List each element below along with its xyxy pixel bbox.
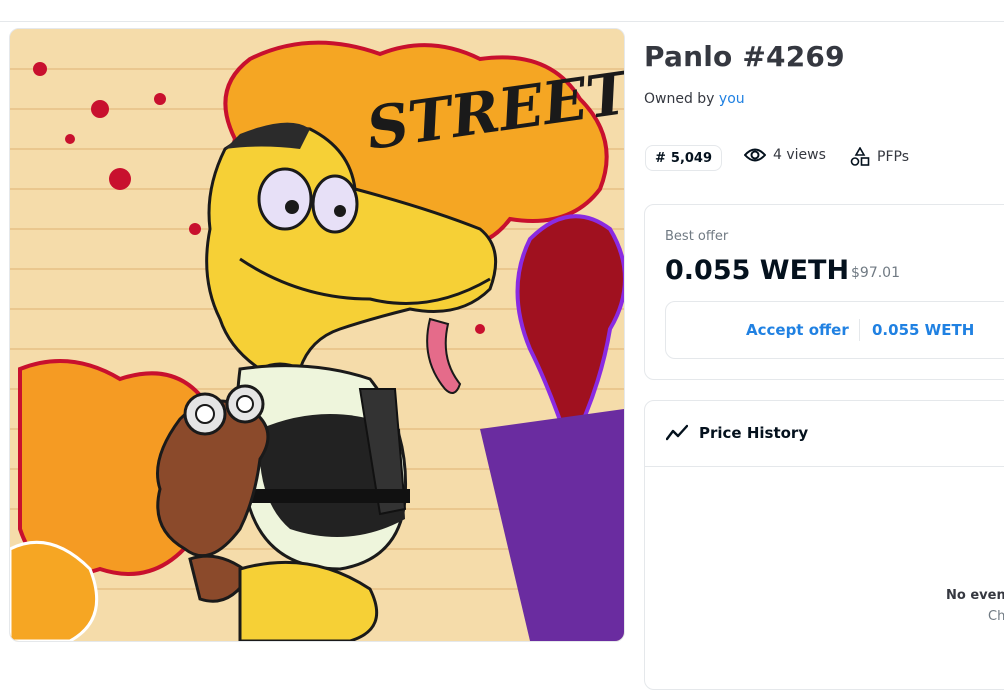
header-divider: [0, 21, 1004, 22]
best-offer-usd: $97.01: [851, 265, 900, 281]
hash-icon: #: [655, 150, 666, 166]
best-offer-card: Best offer 0.055 WETH $97.01 Accept offe…: [644, 204, 1004, 380]
price-history-title: Price History: [699, 424, 809, 442]
owner-line: Owned by you: [644, 91, 745, 107]
eye-icon: [744, 148, 766, 162]
artwork-illustration: STREET: [10, 29, 624, 641]
button-divider: [859, 319, 860, 341]
accept-offer-amount: 0.055 WETH: [872, 321, 975, 339]
views-stat: 4 views: [744, 147, 826, 163]
price-history-header[interactable]: Price History: [645, 401, 1004, 467]
accept-offer-button[interactable]: Accept offer 0.055 WETH: [665, 301, 1004, 359]
price-history-panel: Price History No even Ch: [644, 400, 1004, 690]
owned-by-label: Owned by: [644, 91, 719, 107]
best-offer-label: Best offer: [665, 229, 729, 244]
no-events-subtitle: Ch: [988, 609, 1004, 624]
nft-artwork[interactable]: STREET: [9, 28, 625, 642]
trend-line-icon: [666, 424, 688, 441]
best-offer-price: 0.055 WETH: [665, 255, 850, 286]
category-label: PFPs: [877, 149, 909, 165]
rank-badge[interactable]: # 5,049: [645, 145, 723, 171]
accept-offer-label: Accept offer: [746, 321, 849, 339]
category-link[interactable]: PFPs: [850, 147, 909, 167]
rank-value: 5,049: [670, 150, 713, 166]
owner-link[interactable]: you: [719, 91, 745, 107]
shapes-icon: [850, 147, 870, 166]
views-count: 4 views: [773, 147, 826, 163]
item-title: Panlo #4269: [644, 40, 845, 73]
no-events-title: No even: [946, 588, 1004, 603]
